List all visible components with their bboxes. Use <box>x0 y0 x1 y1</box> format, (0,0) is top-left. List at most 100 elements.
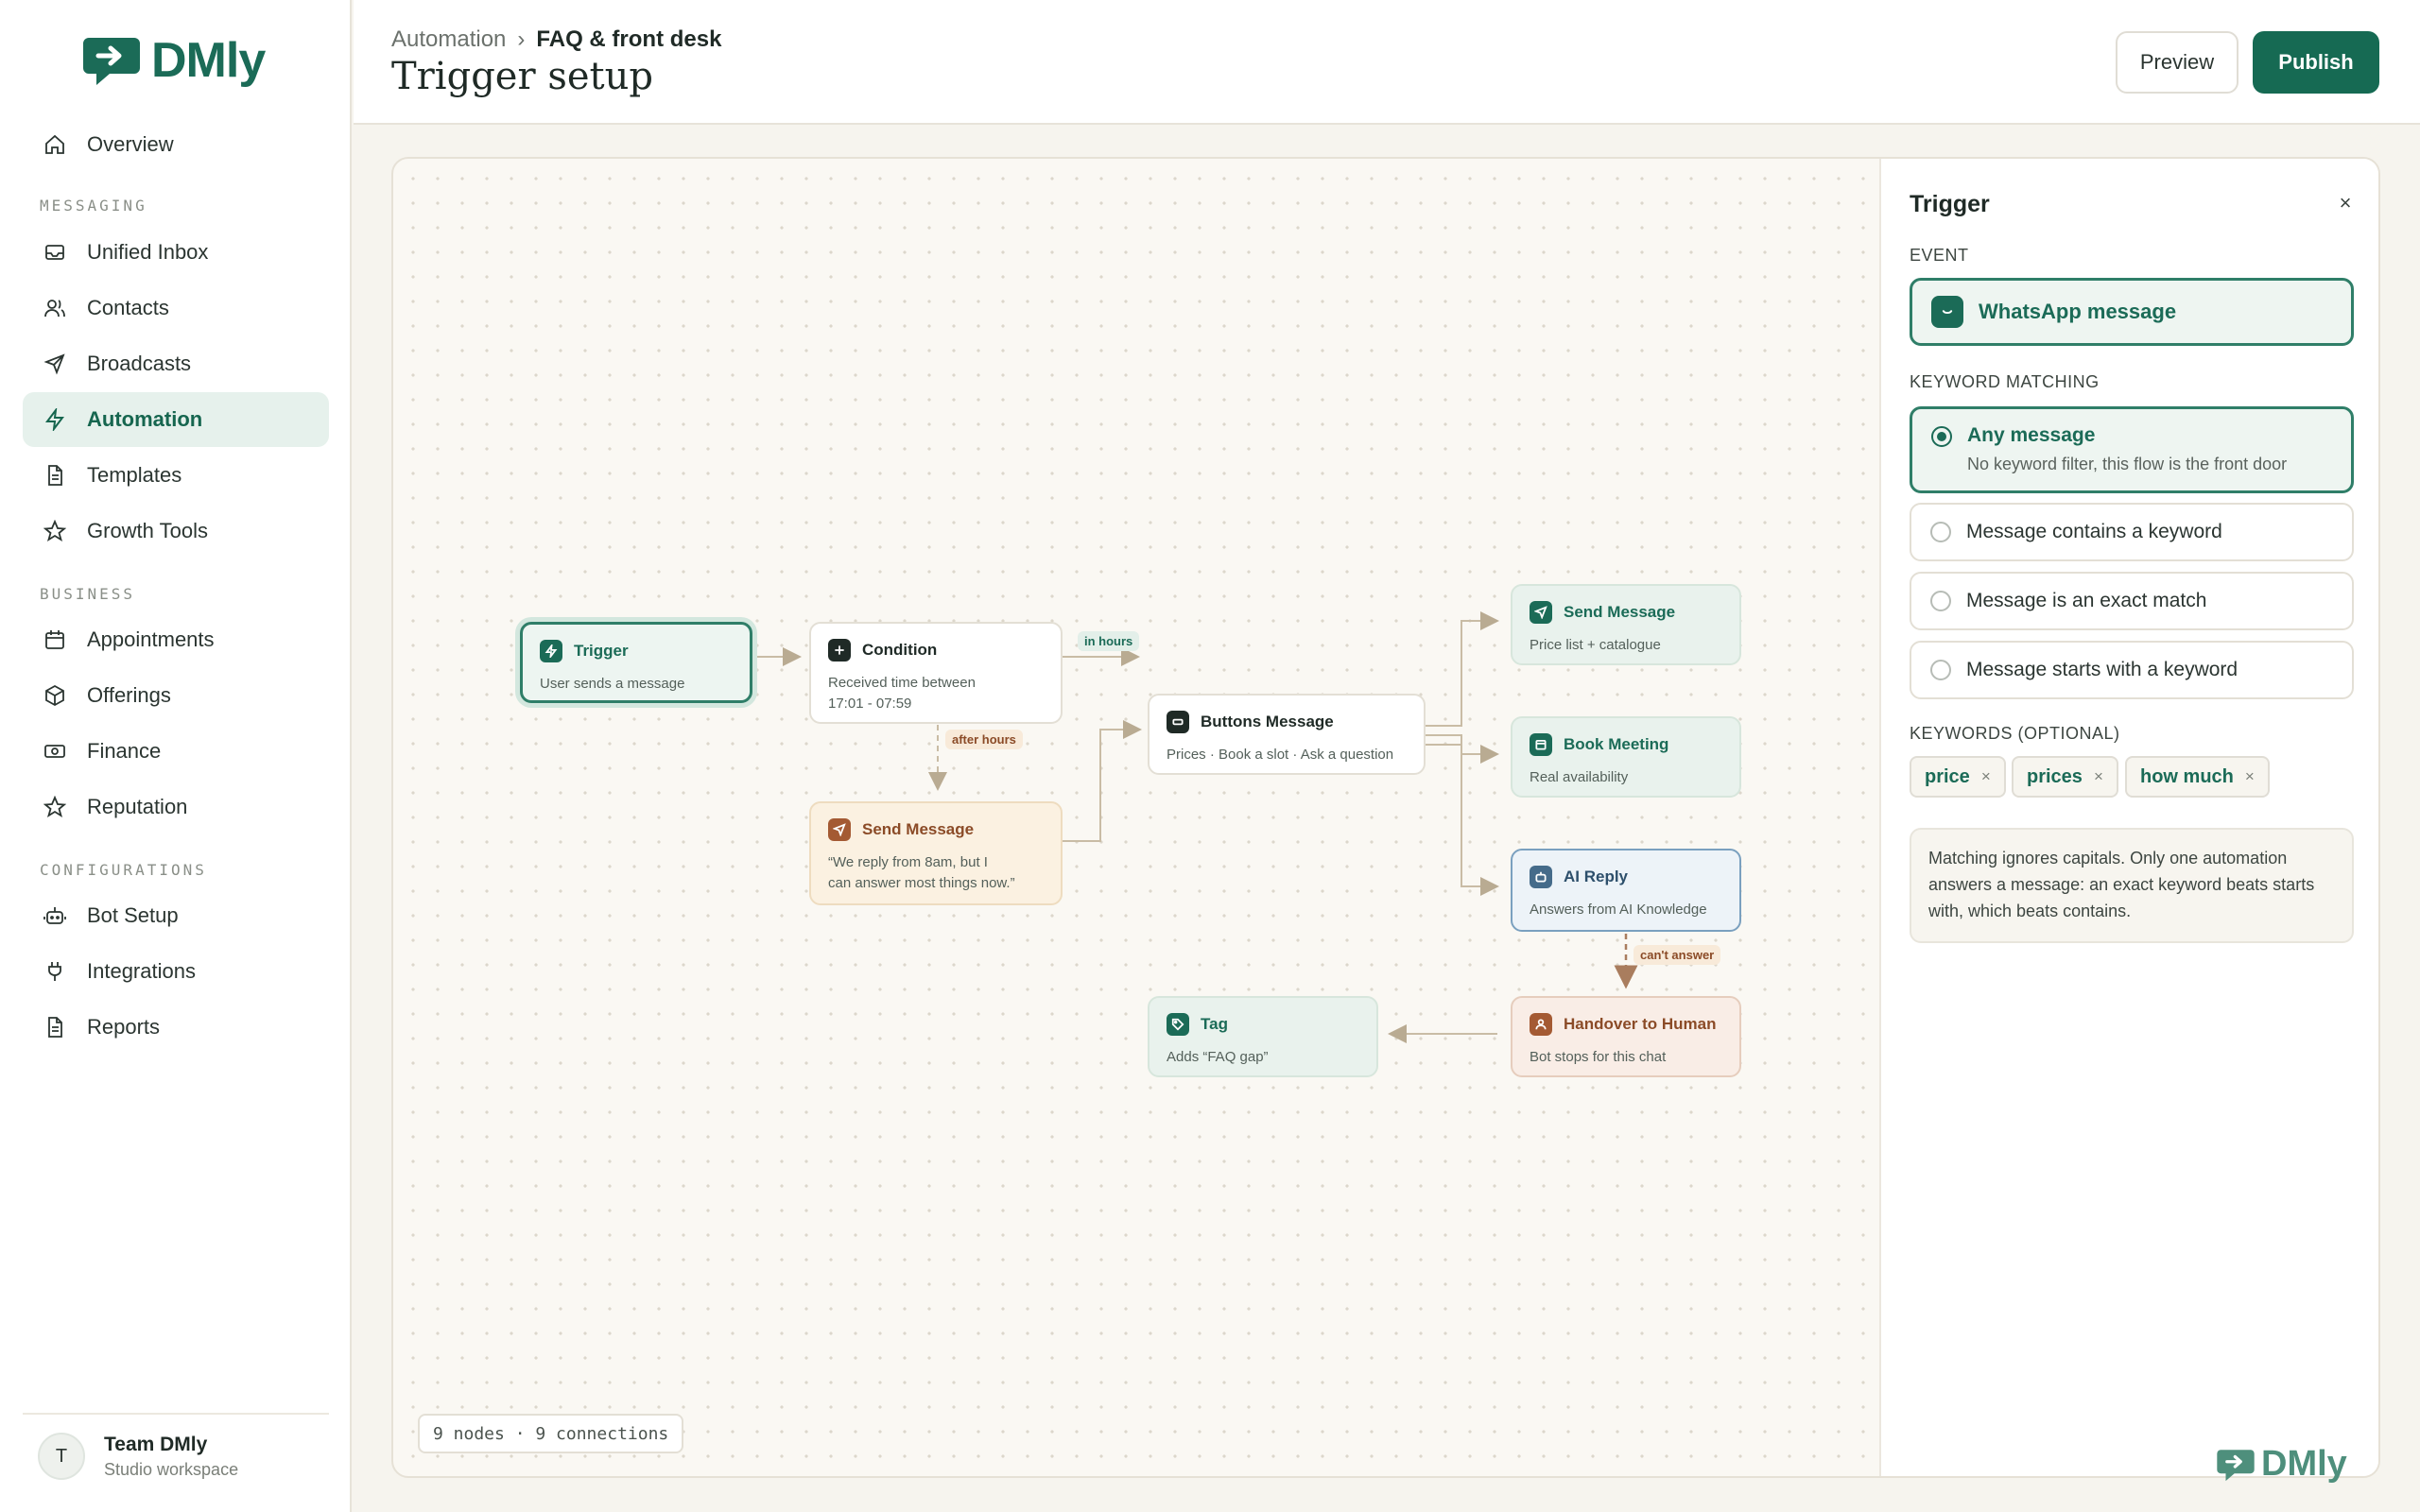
sidebar-item-automation[interactable]: Automation <box>23 392 329 447</box>
panel-title: Trigger <box>1910 191 1990 217</box>
breadcrumb-separator: › <box>517 26 526 52</box>
sidebar-item-reports[interactable]: Reports <box>23 1000 329 1055</box>
sidebar-item-bot-setup[interactable]: Bot Setup <box>23 888 329 943</box>
sidebar-item-label: Appointments <box>87 627 215 651</box>
keyword-chip[interactable]: prices × <box>2012 756 2118 798</box>
node-send-message-after-hours[interactable]: Send Message “We reply from 8am, but I ca… <box>809 801 1063 905</box>
canvas-stats: 9 nodes · 9 connections <box>418 1414 684 1453</box>
option-title: Any message <box>1967 424 2096 446</box>
whatsapp-icon <box>1931 296 1963 328</box>
node-subtitle: Real availability <box>1530 769 1629 785</box>
keyword-chip[interactable]: how much × <box>2125 756 2270 798</box>
keywords-label: KEYWORDS (OPTIONAL) <box>1910 724 2120 743</box>
node-subtitle: Prices · Book a slot · Ask a question <box>1167 747 1394 763</box>
preview-button[interactable]: Preview <box>2116 31 2238 94</box>
option-title: Message contains a keyword <box>1966 521 2222 542</box>
sidebar-item-reputation[interactable]: Reputation <box>23 780 329 834</box>
sidebar-item-appointments[interactable]: Appointments <box>23 612 329 667</box>
node-subtitle: Answers from AI Knowledge <box>1530 902 1707 918</box>
sidebar-item-label: Unified Inbox <box>87 240 209 264</box>
node-ai-reply[interactable]: AI Reply Answers from AI Knowledge <box>1511 849 1741 932</box>
lightning-icon <box>45 408 64 431</box>
brand-name: DMly <box>151 33 266 88</box>
edge-label-after-hours: after hours <box>945 730 1023 749</box>
sidebar-item-integrations[interactable]: Integrations <box>23 944 329 999</box>
node-condition[interactable]: Condition Received time between 17:01 - 0… <box>809 622 1063 724</box>
node-handover-to-human[interactable]: Handover to Human Bot stops for this cha… <box>1511 996 1741 1077</box>
keyword-matching-label: KEYWORD MATCHING <box>1910 372 2100 391</box>
node-title: Handover to Human <box>1564 1015 1717 1033</box>
node-tag[interactable]: Tag Adds “FAQ gap” <box>1148 996 1378 1077</box>
publish-button[interactable]: Publish <box>2253 31 2379 94</box>
page-header: Automation › FAQ & front desk Trigger se… <box>354 0 2420 125</box>
buttons-icon <box>1167 711 1189 733</box>
box-icon <box>45 684 64 707</box>
node-trigger[interactable]: Trigger User sends a message <box>520 622 752 703</box>
sidebar-item-overview[interactable]: Overview <box>23 117 329 172</box>
option-exact-match[interactable]: Message is an exact match <box>1910 572 2354 630</box>
breadcrumb-root[interactable]: Automation <box>391 26 506 53</box>
inbox-icon <box>45 245 64 260</box>
plug-icon <box>48 962 61 981</box>
sidebar-item-label: Contacts <box>87 296 169 319</box>
sidebar-item-broadcasts[interactable]: Broadcasts <box>23 336 329 391</box>
node-title: Send Message <box>1564 603 1676 621</box>
edge-label-cant-answer: can't answer <box>1634 945 1721 965</box>
option-contains-keyword[interactable]: Message contains a keyword <box>1910 503 2354 561</box>
node-send-message-price[interactable]: Send Message Price list + catalogue <box>1511 584 1741 665</box>
sidebar-item-unified-inbox[interactable]: Unified Inbox <box>23 225 329 280</box>
flow-canvas[interactable]: Trigger User sends a message Condition R… <box>393 159 1879 1476</box>
workspace-switcher[interactable]: T Team DMly Studio workspace <box>38 1433 238 1480</box>
document-icon <box>48 1017 62 1038</box>
sidebar-divider <box>23 1413 329 1415</box>
option-any-message[interactable]: Any message No keyword filter, this flow… <box>1910 406 2354 493</box>
sidebar-item-contacts[interactable]: Contacts <box>23 281 329 335</box>
lightning-icon <box>540 640 562 662</box>
option-starts-with[interactable]: Message starts with a keyword <box>1910 641 2354 699</box>
sidebar-item-growth-tools[interactable]: Growth Tools <box>23 504 329 558</box>
star-icon <box>43 796 66 817</box>
close-icon[interactable]: × <box>2331 189 2360 217</box>
sidebar-item-templates[interactable]: Templates <box>23 448 329 503</box>
sidebar-item-finance[interactable]: Finance <box>23 724 329 779</box>
sidebar-item-offerings[interactable]: Offerings <box>23 668 329 723</box>
keyword-text: price <box>1925 765 1970 787</box>
radio-selected <box>1931 426 1952 447</box>
edge-label-in-hours: in hours <box>1078 631 1140 651</box>
option-title: Message is an exact match <box>1966 590 2207 611</box>
section-business: BUSINESS <box>40 585 136 603</box>
send-icon <box>828 818 851 841</box>
event-label: EVENT <box>1910 246 1969 265</box>
keyword-text: how much <box>2140 765 2234 787</box>
node-subtitle: Adds “FAQ gap” <box>1167 1049 1269 1065</box>
node-book-meeting[interactable]: Book Meeting Real availability <box>1511 716 1741 798</box>
node-title: Buttons Message <box>1201 713 1334 730</box>
tag-icon <box>1167 1013 1189 1036</box>
node-title: Condition <box>862 641 938 659</box>
trigger-settings-panel: Trigger × EVENT WhatsApp message KEYWORD… <box>1879 159 2378 1476</box>
keyword-chip[interactable]: price × <box>1910 756 2006 798</box>
remove-icon[interactable]: × <box>1981 767 1991 786</box>
node-subtitle: “We reply from 8am, but I <box>828 854 988 870</box>
sidebar-item-label: Finance <box>87 739 162 763</box>
remove-icon[interactable]: × <box>2245 767 2255 786</box>
bot-icon <box>43 907 66 924</box>
section-messaging: MESSAGING <box>40 197 147 215</box>
team-subtitle: Studio workspace <box>104 1459 239 1479</box>
node-buttons-message[interactable]: Buttons Message Prices · Book a slot · A… <box>1148 694 1426 775</box>
plus-icon <box>828 639 851 662</box>
node-subtitle-2: 17:01 - 07:59 <box>828 696 912 712</box>
event-select[interactable]: WhatsApp message <box>1910 278 2354 346</box>
sidebar-item-label: Broadcasts <box>87 352 192 375</box>
remove-icon[interactable]: × <box>2094 767 2103 786</box>
sidebar-item-label: Templates <box>87 463 182 487</box>
sidebar-item-label: Overview <box>87 132 174 156</box>
sidebar-item-label: Reports <box>87 1015 161 1039</box>
radio <box>1930 591 1951 611</box>
node-subtitle: Bot stops for this chat <box>1530 1049 1667 1065</box>
cash-icon <box>44 745 65 758</box>
avatar: T <box>38 1433 85 1480</box>
brand-logo[interactable]: DMly <box>81 32 266 89</box>
node-title: Send Message <box>862 820 975 838</box>
breadcrumb-current: FAQ & front desk <box>536 26 722 52</box>
